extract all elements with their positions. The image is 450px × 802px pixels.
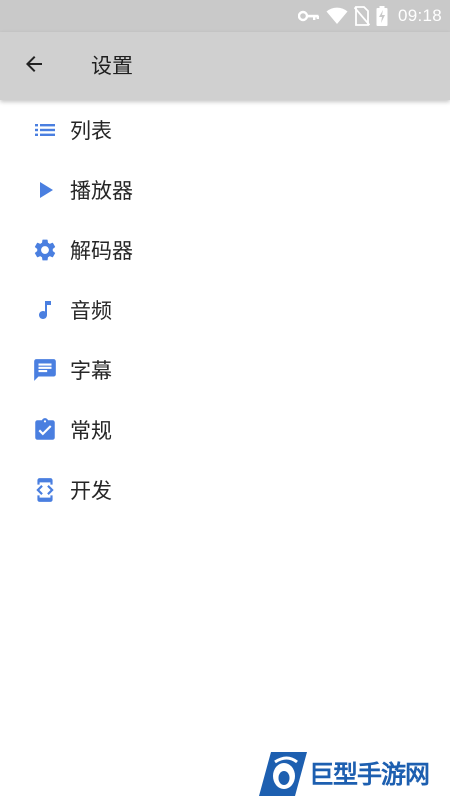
app-bar: 设置 [0, 32, 450, 100]
page-title: 设置 [91, 54, 133, 78]
menu-item-developer[interactable]: 开发 [0, 460, 450, 520]
menu-item-label: 解码器 [70, 239, 133, 263]
list-icon [32, 117, 58, 143]
menu-item-label: 开发 [70, 479, 112, 503]
gear-icon [32, 237, 58, 263]
battery-charging-icon [376, 6, 388, 26]
menu-item-label: 字幕 [70, 359, 112, 383]
clipboard-check-icon [32, 417, 58, 443]
menu-item-general[interactable]: 常规 [0, 400, 450, 460]
subtitle-icon [32, 357, 58, 383]
menu-item-list[interactable]: 列表 [0, 100, 450, 160]
music-note-icon [32, 297, 58, 323]
developer-mode-icon [32, 477, 58, 503]
watermark: 巨型手游网 [257, 748, 430, 798]
menu-item-player[interactable]: 播放器 [0, 160, 450, 220]
watermark-text: 巨型手游网 [309, 760, 430, 789]
menu-item-label: 常规 [70, 419, 112, 443]
settings-menu: 列表 播放器 解码器 音频 字幕 常规 开发 [0, 100, 450, 520]
vpn-key-icon [297, 9, 320, 23]
no-sim-icon [353, 6, 370, 26]
menu-item-label: 播放器 [70, 179, 133, 203]
menu-item-label: 列表 [70, 119, 112, 143]
menu-item-label: 音频 [70, 299, 112, 323]
arrow-back-icon [22, 52, 46, 80]
status-bar: 09:18 [0, 0, 450, 32]
status-icons: 09:18 [297, 4, 442, 28]
menu-item-audio[interactable]: 音频 [0, 280, 450, 340]
menu-item-decoder[interactable]: 解码器 [0, 220, 450, 280]
back-button[interactable] [14, 46, 54, 86]
menu-item-subtitle[interactable]: 字幕 [0, 340, 450, 400]
play-icon [32, 177, 58, 203]
site-logo-icon [257, 748, 309, 798]
wifi-icon [326, 7, 348, 25]
status-time: 09:18 [397, 6, 442, 25]
